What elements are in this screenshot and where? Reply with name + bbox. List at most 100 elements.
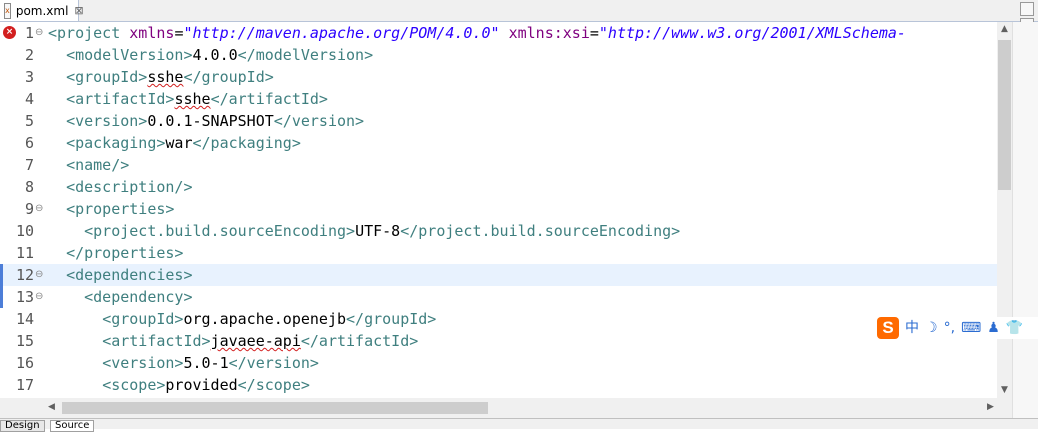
code-text: <scope>provided</scope> [48, 374, 310, 396]
xml-text: 0.0.1-SNAPSHOT [147, 112, 274, 130]
scroll-up-arrow-icon[interactable]: ▲ [997, 22, 1012, 37]
code-line[interactable]: 7 <name/> [0, 154, 997, 176]
xml-tag: </artifactId> [300, 332, 419, 350]
minimize-icon[interactable] [1020, 2, 1034, 16]
code-line[interactable]: 10 <project.build.sourceEncoding>UTF-8</… [0, 220, 997, 242]
moon-icon[interactable]: ☽ [925, 317, 938, 339]
code-line[interactable]: 3 <groupId>sshe</groupId> [0, 66, 997, 88]
vertical-scrollbar[interactable]: ▲ ▼ [997, 22, 1012, 398]
xml-tag: </properties> [66, 244, 184, 262]
horizontal-scroll-thumb[interactable] [62, 402, 488, 414]
tab-label: pom.xml [15, 3, 69, 18]
xml-tag: <artifactId> [102, 332, 211, 350]
line-number: 12 [15, 266, 34, 284]
xml-tag: <name/> [66, 156, 130, 174]
xml-text: 4.0.0 [192, 46, 238, 64]
code-text: </properties> [48, 242, 183, 264]
xml-tag: <modelVersion> [66, 46, 193, 64]
code-text: <modelVersion>4.0.0</modelVersion> [48, 44, 373, 66]
scroll-down-arrow-icon[interactable]: ▼ [997, 383, 1012, 398]
xml-text [48, 288, 84, 306]
code-line[interactable]: 13 ⊖ <dependency> [0, 286, 997, 308]
ime-toolbar[interactable]: S 中 ☽ °, ⌨ ♟ 👕 [877, 317, 1038, 339]
code-text: <dependency> [48, 286, 192, 308]
line-number: 16 [15, 354, 34, 372]
code-line[interactable]: 5 <version>0.0.1-SNAPSHOT</version> [0, 110, 997, 132]
xml-tag: <scope> [102, 376, 166, 394]
line-number: 13 [15, 288, 34, 306]
xml-tag: </scope> [237, 376, 310, 394]
fold-toggle-icon[interactable]: ⊖ [35, 292, 44, 302]
xml-attribute: xmlns [129, 24, 175, 42]
xml-text [48, 156, 66, 174]
overview-ruler [1012, 22, 1038, 418]
editor-mode-tabs: Design Source [0, 418, 1038, 432]
xml-text [48, 266, 66, 284]
close-tab-icon[interactable]: ⊠ [74, 4, 83, 17]
code-text: <description/> [48, 176, 193, 198]
xml-text [48, 376, 102, 394]
scroll-right-arrow-icon[interactable]: ▶ [983, 400, 998, 415]
xml-tag: <dependencies> [66, 266, 193, 284]
tab-pom-xml[interactable]: x pom.xml ⊠ [0, 0, 84, 21]
code-line[interactable]: 9 ⊖ <properties> [0, 198, 997, 220]
ime-language-toggle[interactable]: 中 [905, 317, 919, 339]
code-text: <groupId>sshe</groupId> [48, 66, 274, 88]
xml-text [48, 112, 66, 130]
xml-text [48, 68, 66, 86]
scroll-left-arrow-icon[interactable]: ◀ [44, 400, 59, 415]
code-text: <properties> [48, 198, 174, 220]
code-text: <artifactId>javaee-api</artifactId> [48, 330, 418, 352]
code-line[interactable]: 15 <artifactId>javaee-api</artifactId> [0, 330, 997, 352]
code-line[interactable]: 17 <scope>provided</scope> [0, 374, 997, 396]
skin-icon[interactable]: 👕 [1006, 317, 1023, 339]
xml-text: org.apache.openejb [183, 310, 347, 328]
code-text: <project xmlns = "http://maven.apache.org/… [48, 22, 906, 44]
fold-toggle-icon[interactable]: ⊖ [35, 270, 44, 280]
xml-text [48, 244, 66, 262]
xml-text [48, 354, 102, 372]
horizontal-scrollbar[interactable]: ◀ ▶ [0, 398, 1012, 418]
vertical-scroll-thumb[interactable] [998, 40, 1011, 190]
code-line[interactable]: 8 <description/> [0, 176, 997, 198]
code-text: <artifactId>sshe</artifactId> [48, 88, 328, 110]
xml-text [48, 332, 102, 350]
xml-text [48, 134, 66, 152]
xml-attribute: xmlns:xsi [508, 24, 590, 42]
code-line[interactable]: 4 <artifactId>sshe</artifactId> [0, 88, 997, 110]
punctuation-icon[interactable]: °, [944, 317, 955, 339]
code-line[interactable]: × 1 ⊖ <project xmlns="http://maven.apache.o… [0, 22, 997, 44]
line-number: 9 [24, 200, 34, 218]
xml-text [48, 90, 66, 108]
line-number: 17 [15, 376, 34, 394]
code-line[interactable]: 12 ⊖ <dependencies> [0, 264, 997, 286]
spelling-warning-text: sshe [147, 68, 184, 86]
xml-text [48, 178, 66, 196]
fold-toggle-icon[interactable]: ⊖ [35, 204, 44, 214]
code-line[interactable]: 2 <modelVersion>4.0.0</modelVersion> [0, 44, 997, 66]
xml-source-editor[interactable]: × 1 ⊖ <project xmlns="http://maven.apache.o… [0, 22, 997, 398]
sogou-logo-icon[interactable]: S [877, 317, 899, 339]
xml-text [48, 310, 102, 328]
keyboard-icon[interactable]: ⌨ [961, 317, 981, 339]
xml-tag: </artifactId> [210, 90, 328, 108]
code-line[interactable]: 6 <packaging>war</packaging> [0, 132, 997, 154]
code-line[interactable]: 16 <version>5.0-1</version> [0, 352, 997, 374]
spelling-warning-text: sshe [174, 90, 211, 108]
xml-text: = [589, 24, 599, 42]
line-number: 11 [15, 244, 34, 262]
code-text: <name/> [48, 154, 129, 176]
editor-tab-strip: x pom.xml ⊠ [0, 0, 1038, 32]
code-line[interactable]: 14 <groupId>org.apache.openejb</groupId> [0, 308, 997, 330]
tab-source[interactable]: Source [50, 420, 95, 432]
fold-toggle-icon[interactable]: ⊖ [35, 28, 44, 38]
tab-design[interactable]: Design [0, 420, 45, 432]
line-number: 6 [24, 134, 34, 152]
xml-tag: </groupId> [183, 68, 274, 86]
line-number: 2 [24, 46, 34, 64]
xml-tag: <description/> [66, 178, 193, 196]
xml-text: UTF-8 [355, 222, 401, 240]
code-line[interactable]: 11 </properties> [0, 242, 997, 264]
user-icon[interactable]: ♟ [987, 317, 1000, 339]
xml-file-icon: x [4, 2, 11, 19]
